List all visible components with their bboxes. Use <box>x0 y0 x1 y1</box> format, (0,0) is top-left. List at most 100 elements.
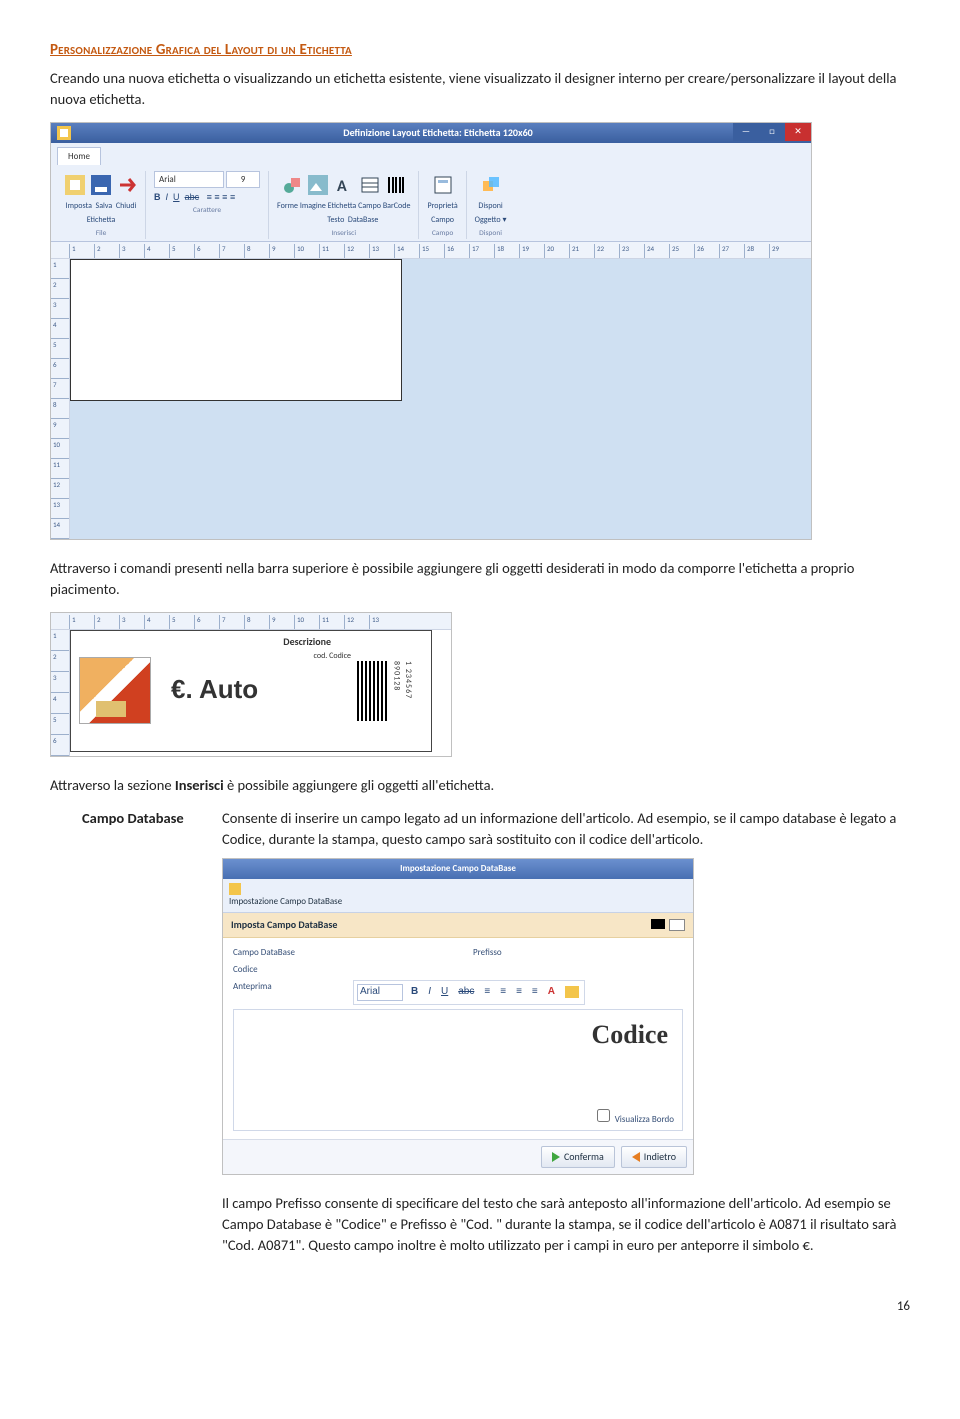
label-anteprima: Anteprima <box>233 980 323 993</box>
screenshot-designer: Definizione Layout Etichetta: Etichetta … <box>50 122 812 541</box>
l-campo2: Campo <box>427 215 457 227</box>
p3-bold: Inserisci <box>175 776 224 794</box>
strike-button[interactable]: abc <box>185 192 200 202</box>
field-euro-auto: €. Auto <box>171 671 258 709</box>
page-number: 16 <box>50 1298 910 1317</box>
paragraph-2: Attraverso i comandi presenti nella barr… <box>50 558 910 600</box>
fill-color-button[interactable] <box>563 986 581 998</box>
label-page[interactable] <box>70 259 402 401</box>
play-icon <box>552 1152 560 1162</box>
ribbon-group-file: Imposta Salva Chiudi Etichetta File <box>57 171 146 239</box>
italic-button[interactable]: I <box>166 192 169 202</box>
visualizza-bordo-checkbox[interactable] <box>597 1109 610 1122</box>
group-font-caption: Carattere <box>154 206 260 217</box>
v-ruler-2: 123456 <box>51 630 70 756</box>
barcode-number: 1 234567 890128 <box>390 661 413 721</box>
color-white-icon[interactable] <box>669 919 685 931</box>
dlg-font-select[interactable]: Arial <box>357 984 403 1001</box>
group-file-caption: File <box>65 229 137 240</box>
strike-button[interactable]: abc <box>456 985 476 1000</box>
sample-label-page: Descrizione cod. Codice €. Auto 1 234567… <box>70 630 432 752</box>
barcode-icon: 1 234567 890128 <box>357 661 413 721</box>
font-color-button[interactable]: A <box>546 985 557 1000</box>
format-toolbar: Arial B I U abc ≡ ≡ ≡ ≡ A <box>353 980 585 1005</box>
align-left-button[interactable]: ≡ <box>482 985 492 1000</box>
color-black-icon[interactable] <box>651 919 665 929</box>
window-title: Definizione Layout Etichetta: Etichetta … <box>71 126 805 141</box>
close-button[interactable]: ✕ <box>785 123 811 141</box>
value-codice[interactable]: Codice <box>233 963 323 976</box>
chiudi-label: Chiudi <box>116 201 137 211</box>
indietro-button[interactable]: Indietro <box>621 1146 687 1169</box>
svg-text:A: A <box>337 177 347 195</box>
etichetta-testo-icon[interactable]: A <box>334 175 354 195</box>
paragraph-3: Attraverso la sezione Inserisci è possib… <box>50 775 910 796</box>
salva-label: Salva <box>96 201 113 211</box>
dialog-subtitle: Impostazione Campo DataBase <box>223 879 693 913</box>
underline-button[interactable]: U <box>439 985 450 1000</box>
underline-button[interactable]: U <box>173 192 180 202</box>
align-center-button[interactable]: ≡ <box>498 985 508 1000</box>
ribbon: Home Imposta Salva Chiudi Etichetta File… <box>51 143 811 242</box>
p3-post: è possibile aggiungere gli oggetti all'e… <box>224 776 494 794</box>
bold-button[interactable]: B <box>409 985 420 1000</box>
conferma-button[interactable]: Conferma <box>541 1146 615 1169</box>
l-barcode: BarCode <box>383 201 411 211</box>
align-center-button[interactable]: ≡ <box>214 192 219 202</box>
screenshot-dialog: Impostazione Campo DataBase Impostazione… <box>222 858 694 1175</box>
proprieta-icon[interactable] <box>433 175 453 195</box>
campo-db-icon[interactable] <box>360 175 380 195</box>
forme-icon[interactable] <box>282 175 302 195</box>
dialog-sub-text: Impostazione Campo DataBase <box>229 896 342 907</box>
align-justify-button[interactable]: ≡ <box>530 985 540 1000</box>
group-insert-caption: Inserisci <box>277 229 410 240</box>
screenshot-sample-label: 12345678910111213 123456 Descrizione cod… <box>50 612 452 757</box>
brush-icon <box>96 701 126 717</box>
checkbox-label: Visualizza Bordo <box>615 1114 674 1125</box>
sample-image-icon <box>79 657 151 724</box>
indietro-label: Indietro <box>644 1150 676 1165</box>
maximize-button[interactable]: □ <box>759 123 785 141</box>
etichetta-label: Etichetta <box>65 215 137 227</box>
l-forme: Forme <box>277 201 298 211</box>
intro-paragraph: Creando una nuova etichetta o visualizza… <box>50 68 910 110</box>
imagine-icon[interactable] <box>308 175 328 195</box>
font-name-select[interactable]: Arial <box>154 171 224 188</box>
definition-row: Campo Database Consente di inserire un c… <box>82 808 910 1268</box>
imposta-icon[interactable] <box>65 175 85 195</box>
minimize-button[interactable]: — <box>733 123 759 141</box>
barcode-icon[interactable] <box>386 175 406 195</box>
l-disponi: Disponi <box>475 201 507 213</box>
ribbon-group-font: Arial 9 B I U abc ≡ ≡ ≡ ≡ Carattere <box>146 171 269 239</box>
align-right-button[interactable]: ≡ <box>514 985 524 1000</box>
l-etich: Etichetta <box>328 201 357 211</box>
dialog-title: Impostazione Campo DataBase <box>223 859 693 878</box>
align-right-button[interactable]: ≡ <box>222 192 227 202</box>
app-icon <box>57 126 71 140</box>
h-ruler-2: 12345678910111213 <box>51 613 451 630</box>
font-size-select[interactable]: 9 <box>226 171 260 188</box>
ribbon-group-insert: A Forme Imagine Etichetta Campo BarCode … <box>269 171 419 239</box>
preview-text: Codice <box>591 1016 668 1054</box>
label-prefisso: Prefisso <box>473 946 563 959</box>
align-left-button[interactable]: ≡ <box>207 192 212 202</box>
tab-home[interactable]: Home <box>57 147 101 165</box>
chiudi-icon[interactable] <box>117 175 137 195</box>
italic-button[interactable]: I <box>426 985 433 1000</box>
def-term: Campo Database <box>82 808 222 1268</box>
l-imagine: Imagine <box>300 201 326 211</box>
v-ruler: 1234567891011121314 <box>51 259 70 539</box>
salva-icon[interactable] <box>91 175 111 195</box>
align-justify-button[interactable]: ≡ <box>230 192 235 202</box>
bold-button[interactable]: B <box>154 192 161 202</box>
group-campo-caption: Campo <box>427 229 457 240</box>
def-text: Consente di inserire un campo legato ad … <box>222 808 910 850</box>
h-ruler: 1234567891011121314151617181920212223242… <box>51 242 811 259</box>
field-descrizione: Descrizione <box>283 635 331 650</box>
section-heading: Personalizzazione Grafica del Layout di … <box>50 40 910 62</box>
dialog-section-header: Imposta Campo DataBase <box>223 913 693 939</box>
design-canvas[interactable]: 1234567891011121314 <box>51 259 811 539</box>
back-icon <box>632 1152 640 1162</box>
disponi-icon[interactable] <box>481 175 501 195</box>
window-titlebar: Definizione Layout Etichetta: Etichetta … <box>51 123 811 144</box>
